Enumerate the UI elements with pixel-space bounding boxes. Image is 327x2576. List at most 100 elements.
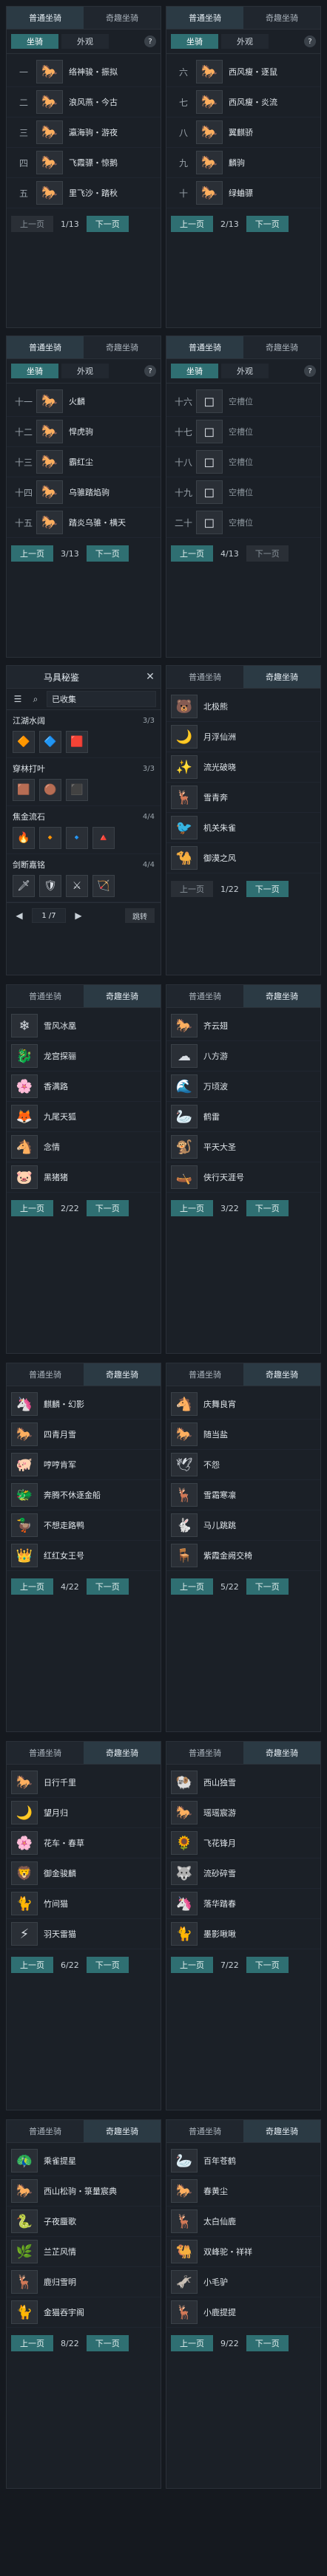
tab-rare-mounts[interactable]: 奇趣坐骑 <box>243 2120 320 2142</box>
mount-row[interactable]: 🦊 九尾天狐 <box>7 1102 161 1132</box>
subtab-mount[interactable]: 坐骑 <box>171 364 218 378</box>
equipment-item[interactable]: 🔹 <box>66 827 88 849</box>
mount-row[interactable]: 🐈 竹间猫 <box>7 1889 161 1919</box>
help-button[interactable]: ? <box>304 35 316 47</box>
equipment-item[interactable]: 🔸 <box>39 827 61 849</box>
mount-row[interactable]: 一 🐎 络神骏・振拟 <box>7 57 161 87</box>
subtab-mount[interactable]: 坐骑 <box>11 364 58 378</box>
tab-normal-mounts[interactable]: 普通坐骑 <box>166 2120 243 2142</box>
mount-row[interactable]: 🦌 雪青奔 <box>166 783 320 813</box>
tab-rare-mounts[interactable]: 奇趣坐骑 <box>243 985 320 1007</box>
mount-row[interactable]: 十五 🐎 踏炎乌骓・横天 <box>7 508 161 538</box>
mount-row[interactable]: 🦌 鹿归雪明 <box>7 2267 161 2297</box>
tab-rare-mounts[interactable]: 奇趣坐骑 <box>243 1742 320 1764</box>
mount-row[interactable]: 🐖 哼哼肯军 <box>7 1450 161 1480</box>
prev-page-button[interactable]: 上一页 <box>11 1957 53 1973</box>
prev-page-button[interactable]: 上一页 <box>171 216 213 232</box>
tab-normal-mounts[interactable]: 普通坐骑 <box>166 985 243 1007</box>
mount-row[interactable]: 九 🐎 麟驹 <box>166 148 320 178</box>
tab-normal-mounts[interactable]: 普通坐骑 <box>7 985 84 1007</box>
mount-row[interactable]: 🛶 侠行天涯号 <box>166 1162 320 1193</box>
mount-row[interactable]: 🐏 西山独雪 <box>166 1768 320 1798</box>
help-button[interactable]: ? <box>144 365 156 377</box>
tab-rare-mounts[interactable]: 奇趣坐骑 <box>84 1363 161 1386</box>
mount-row[interactable]: ❄ 雪风冰凰 <box>7 1011 161 1041</box>
equipment-item[interactable]: 🔷 <box>39 731 61 753</box>
prev-page-button[interactable]: 上一页 <box>11 216 53 232</box>
mount-row[interactable]: 🌸 花车・春草 <box>7 1828 161 1858</box>
mount-row[interactable]: 👑 红红女王号 <box>7 1541 161 1571</box>
mount-row[interactable]: 🌙 月浮仙洲 <box>166 722 320 752</box>
mount-row[interactable]: 🐒 平天大圣 <box>166 1132 320 1162</box>
mount-row[interactable]: 🐍 子夜蜃歌 <box>7 2207 161 2237</box>
tab-normal-mounts[interactable]: 普通坐骑 <box>166 666 243 688</box>
mount-row[interactable]: 五 🐎 里飞沙・踏秋 <box>7 178 161 208</box>
tab-rare-mounts[interactable]: 奇趣坐骑 <box>84 2120 161 2142</box>
mount-row[interactable]: 🌊 万顷波 <box>166 1071 320 1102</box>
mount-row[interactable]: 🐎 瑶瑶宸游 <box>166 1798 320 1828</box>
tab-rare-mounts[interactable]: 奇趣坐骑 <box>243 7 320 29</box>
equipment-item[interactable]: 🏹 <box>92 875 115 897</box>
mount-row[interactable]: 🦌 小鹿提提 <box>166 2297 320 2328</box>
mount-row[interactable]: 🐈 金猫吞宇阁 <box>7 2297 161 2328</box>
prev-page-button[interactable]: 上一页 <box>171 2335 213 2351</box>
tab-rare-mounts[interactable]: 奇趣坐骑 <box>84 985 161 1007</box>
search-icon[interactable]: ⌕ <box>29 692 42 706</box>
prev-page-button[interactable]: 上一页 <box>171 545 213 562</box>
arrow-right-icon[interactable]: ▶ <box>72 909 85 922</box>
tab-normal-mounts[interactable]: 普通坐骑 <box>166 7 243 29</box>
mount-row[interactable]: 🦄 落华踏春 <box>166 1889 320 1919</box>
mount-row[interactable]: 🐉 龙宫探骊 <box>7 1041 161 1071</box>
next-page-button[interactable]: 下一页 <box>246 1578 289 1595</box>
equipment-item[interactable]: 🔺 <box>92 827 115 849</box>
tab-rare-mounts[interactable]: 奇趣坐骑 <box>84 7 161 29</box>
next-page-button[interactable]: 下一页 <box>246 1200 289 1216</box>
next-page-button[interactable]: 下一页 <box>246 216 289 232</box>
close-icon[interactable]: ✕ <box>144 671 156 683</box>
mount-row[interactable]: 十八 ◻ 空槽位 <box>166 447 320 477</box>
next-page-button[interactable]: 下一页 <box>246 881 289 897</box>
mount-row[interactable]: 🐫 双峰驼・祥祥 <box>166 2237 320 2267</box>
mount-row[interactable]: 🦚 乘雀提星 <box>7 2146 161 2176</box>
next-page-button[interactable]: 下一页 <box>86 1957 129 1973</box>
mount-row[interactable]: 🐎 春黄尘 <box>166 2176 320 2207</box>
mount-row[interactable]: 十二 🐎 悍虎驹 <box>7 417 161 447</box>
mount-row[interactable]: 十六 ◻ 空槽位 <box>166 386 320 417</box>
mount-row[interactable]: 🐎 四青月雪 <box>7 1420 161 1450</box>
mount-row[interactable]: 🐷 黑猪猪 <box>7 1162 161 1193</box>
equipment-item[interactable]: 🟥 <box>66 731 88 753</box>
mount-row[interactable]: 十一 🐎 火麟 <box>7 386 161 417</box>
tab-rare-mounts[interactable]: 奇趣坐骑 <box>84 1742 161 1764</box>
tab-rare-mounts[interactable]: 奇趣坐骑 <box>84 336 161 358</box>
mount-row[interactable]: 🕊 不怨 <box>166 1450 320 1480</box>
arrow-left-icon[interactable]: ◀ <box>13 909 26 922</box>
help-button[interactable]: ? <box>144 35 156 47</box>
next-page-button[interactable]: 下一页 <box>246 545 289 562</box>
mount-row[interactable]: 十七 ◻ 空槽位 <box>166 417 320 447</box>
equipment-item[interactable]: ⚔ <box>66 875 88 897</box>
mount-row[interactable]: 🦌 雪霜寒凛 <box>166 1480 320 1510</box>
mount-row[interactable]: 🐺 流砂碎雪 <box>166 1858 320 1889</box>
prev-page-button[interactable]: 上一页 <box>171 1957 213 1973</box>
tab-normal-mounts[interactable]: 普通坐骑 <box>7 2120 84 2142</box>
mount-row[interactable]: 🫏 小毛驴 <box>166 2267 320 2297</box>
mount-row[interactable]: ⚡ 羽天雷猫 <box>7 1919 161 1949</box>
tab-normal-mounts[interactable]: 普通坐骑 <box>7 336 84 358</box>
mount-row[interactable]: 🌻 飞花锋月 <box>166 1828 320 1858</box>
prev-page-button[interactable]: 上一页 <box>11 1578 53 1595</box>
prev-page-button[interactable]: 上一页 <box>11 2335 53 2351</box>
jump-button[interactable]: 跳转 <box>125 908 155 923</box>
subtab-mount[interactable]: 坐骑 <box>171 34 218 49</box>
prev-page-button[interactable]: 上一页 <box>11 545 53 562</box>
mount-row[interactable]: 十四 🐎 乌骓踏焰驹 <box>7 477 161 508</box>
mount-row[interactable]: 🐎 齐云翅 <box>166 1011 320 1041</box>
mount-row[interactable]: 🐎 西山松驹・箓量宸典 <box>7 2176 161 2207</box>
tab-normal-mounts[interactable]: 普通坐骑 <box>166 336 243 358</box>
mount-row[interactable]: 🐦 机关朱雀 <box>166 813 320 843</box>
mount-row[interactable]: 二 🐎 浪风燕・今古 <box>7 87 161 117</box>
mount-row[interactable]: 八 🐎 翼麒骄 <box>166 117 320 148</box>
mount-row[interactable]: ✨ 流光破晓 <box>166 752 320 783</box>
next-page-button[interactable]: 下一页 <box>86 216 129 232</box>
prev-page-button[interactable]: 上一页 <box>171 881 213 897</box>
page-input[interactable]: 1 /7 <box>32 908 66 923</box>
